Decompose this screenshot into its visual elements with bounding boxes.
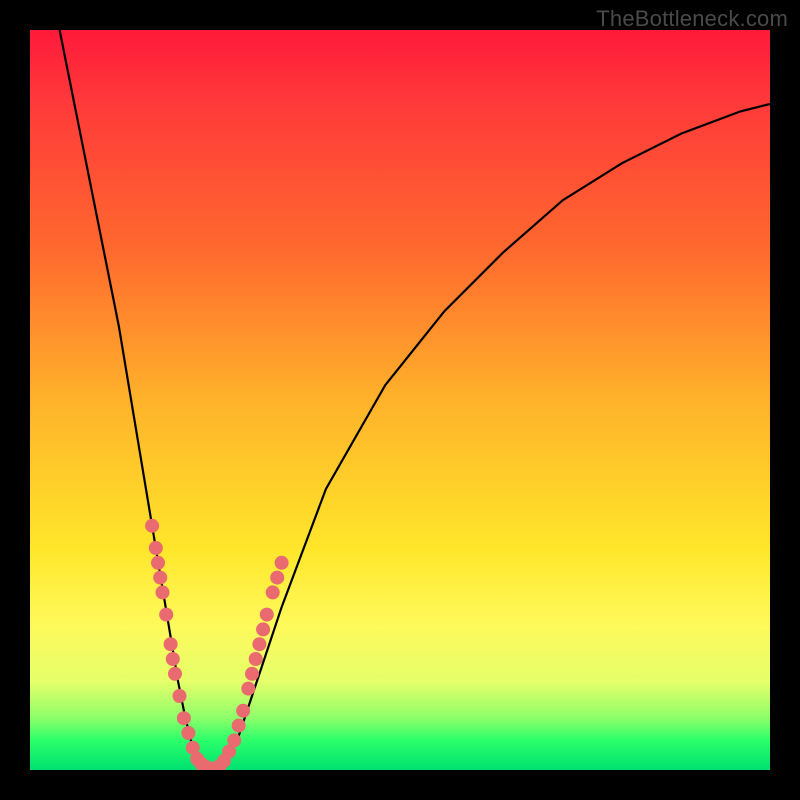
curve-marker <box>236 704 250 718</box>
curve-marker <box>151 556 165 570</box>
curve-marker <box>227 733 241 747</box>
curve-marker <box>266 585 280 599</box>
curve-marker <box>252 637 266 651</box>
curve-marker <box>145 519 159 533</box>
curve-marker <box>177 711 191 725</box>
curve-marker <box>153 571 167 585</box>
plot-area <box>30 30 770 770</box>
curve-marker <box>232 719 246 733</box>
curve-markers <box>145 519 289 770</box>
curve-marker <box>181 726 195 740</box>
curve-marker <box>260 608 274 622</box>
curve-marker <box>270 571 284 585</box>
curve-marker <box>156 585 170 599</box>
curve-marker <box>173 689 187 703</box>
curve-marker <box>164 637 178 651</box>
curve-marker <box>159 608 173 622</box>
curve-marker <box>245 667 259 681</box>
chart-svg <box>30 30 770 770</box>
curve-marker <box>168 667 182 681</box>
curve-marker <box>249 652 263 666</box>
curve-marker <box>256 622 270 636</box>
curve-marker <box>241 682 255 696</box>
curve-marker <box>166 652 180 666</box>
chart-frame: TheBottleneck.com <box>0 0 800 800</box>
watermark-text: TheBottleneck.com <box>596 6 788 32</box>
curve-marker <box>149 541 163 555</box>
curve-marker <box>275 556 289 570</box>
